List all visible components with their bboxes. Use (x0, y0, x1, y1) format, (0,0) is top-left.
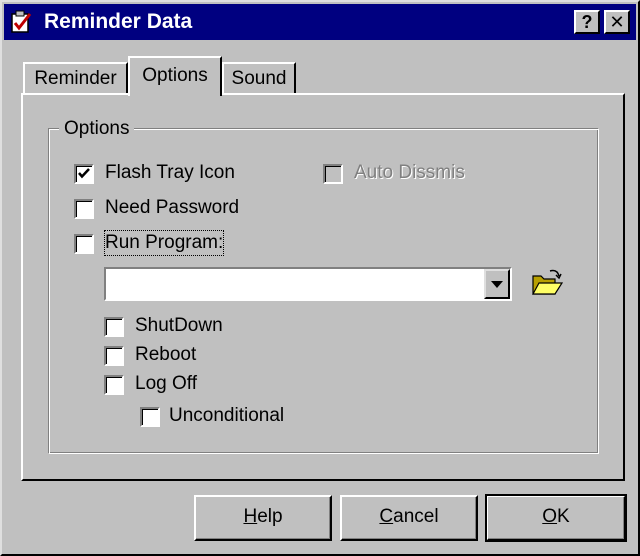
ok-button-suffix: K (557, 506, 570, 527)
ok-button-mnemonic: O (542, 506, 558, 527)
cancel-button-mnemonic: C (379, 506, 394, 527)
checklist-icon (11, 10, 32, 33)
flash-tray-icon-checkbox[interactable] (74, 164, 94, 184)
reboot-checkbox[interactable] (104, 346, 124, 366)
run-program-checkbox[interactable] (74, 234, 94, 254)
run-program-label[interactable]: Run Program: (103, 230, 225, 256)
shutdown-label[interactable]: ShutDown (135, 314, 223, 338)
need-password-label[interactable]: Need Password (105, 196, 239, 220)
reboot-label[interactable]: Reboot (135, 343, 196, 367)
tab-reminder[interactable]: Reminder (23, 62, 128, 94)
help-title-button[interactable]: ? (574, 10, 600, 34)
ok-button[interactable]: OK (485, 494, 627, 542)
combobox-dropdown-button[interactable] (484, 269, 510, 299)
tab-options[interactable]: Options (128, 56, 222, 96)
cancel-button[interactable]: Cancel (340, 495, 478, 541)
options-tab-panel: Options Flash Tray Icon Auto Dissmis Nee… (21, 93, 625, 481)
help-button-mnemonic: H (243, 506, 258, 527)
log-off-label[interactable]: Log Off (135, 372, 197, 396)
reminder-data-dialog: Reminder Data ? ✕ Reminder Options Sound… (0, 0, 640, 556)
title-bar[interactable]: Reminder Data ? ✕ (4, 4, 636, 40)
chevron-down-icon (491, 281, 503, 288)
auto-dismiss-checkbox (323, 164, 343, 184)
unconditional-label[interactable]: Unconditional (169, 404, 284, 428)
close-button[interactable]: ✕ (604, 10, 630, 34)
options-group-legend: Options (59, 117, 135, 141)
program-combobox[interactable] (104, 267, 512, 301)
shutdown-checkbox[interactable] (104, 317, 124, 337)
need-password-checkbox[interactable] (74, 199, 94, 219)
auto-dismiss-label: Auto Dissmis (354, 162, 465, 183)
flash-tray-icon-label[interactable]: Flash Tray Icon (105, 161, 235, 185)
window-title: Reminder Data (44, 10, 193, 33)
tab-sound[interactable]: Sound (222, 62, 296, 94)
unconditional-checkbox[interactable] (140, 407, 160, 427)
help-button[interactable]: Help (194, 495, 332, 541)
open-folder-icon[interactable] (530, 268, 564, 298)
checkmark-icon (78, 168, 90, 179)
cancel-button-suffix: ancel (393, 506, 439, 527)
help-button-suffix: elp (257, 506, 283, 527)
log-off-checkbox[interactable] (104, 375, 124, 395)
